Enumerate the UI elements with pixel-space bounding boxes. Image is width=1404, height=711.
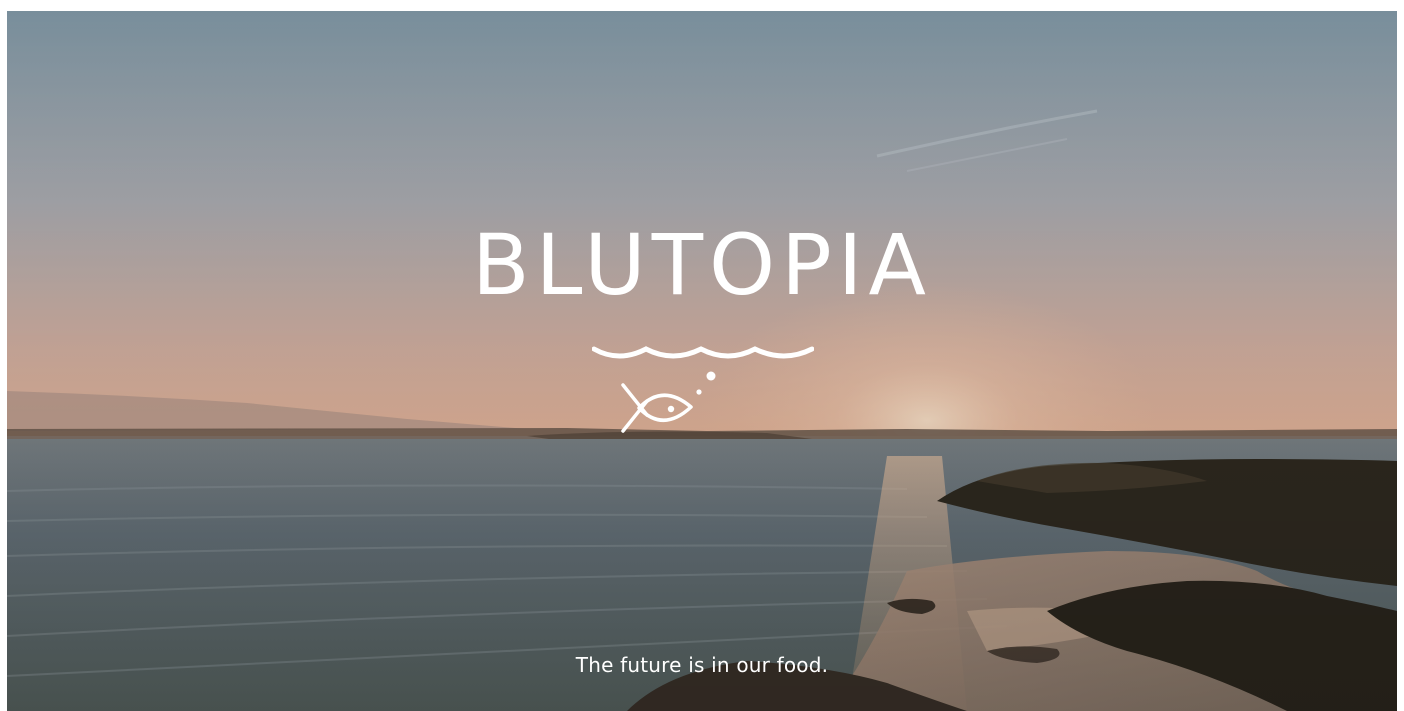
hero-tagline: The future is in our food. (575, 653, 829, 677)
wave-icon (592, 346, 814, 359)
brand-logo[interactable]: BLUTOPIA (7, 11, 1397, 711)
hero-section: BLUTOPIA The future is in our food. (7, 11, 1397, 711)
fish-icon (621, 371, 716, 433)
brand-name: BLUTOPIA (471, 216, 933, 314)
